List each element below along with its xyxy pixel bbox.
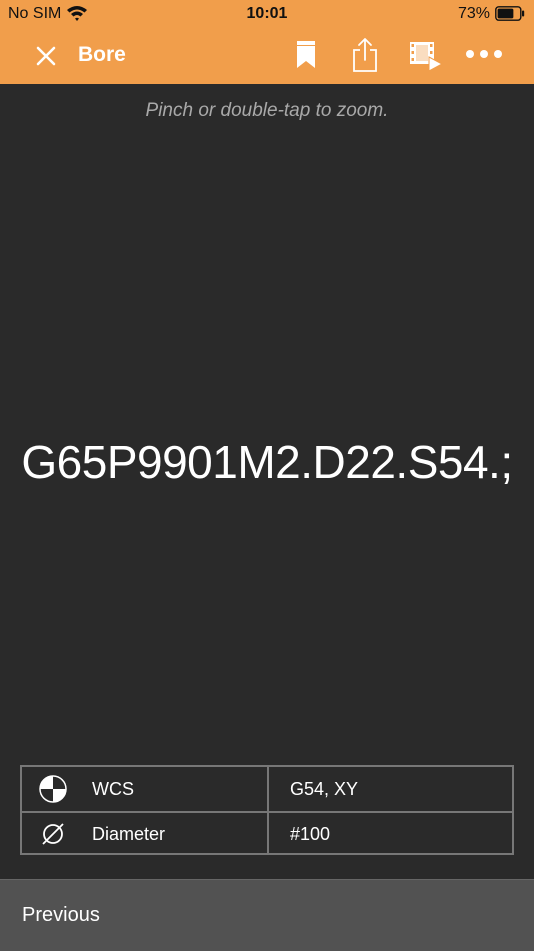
table-row: Diameter #100: [22, 812, 512, 856]
page-title: Bore: [78, 43, 126, 66]
diameter-icon: [42, 823, 64, 845]
param-value: #100: [290, 824, 331, 844]
video-icon[interactable]: [409, 40, 443, 72]
close-icon[interactable]: [30, 40, 62, 72]
clock: 10:01: [246, 5, 288, 22]
bookmark-icon[interactable]: [294, 40, 318, 70]
share-icon[interactable]: [350, 36, 380, 74]
table-row: WCS G54, XY: [22, 767, 512, 813]
nav-bar: Bore: [0, 28, 534, 84]
zoom-hint: Pinch or double-tap to zoom.: [145, 100, 389, 121]
battery-icon: [495, 6, 525, 21]
footer-bar: Previous: [0, 879, 534, 951]
status-bar: No SIM 10:01 73%: [0, 0, 534, 28]
battery-percent: 73%: [457, 5, 490, 22]
param-label: WCS: [92, 779, 134, 799]
top-bar: No SIM 10:01 73% Bore: [0, 0, 534, 84]
wcs-icon: [39, 775, 67, 803]
previous-button[interactable]: Previous: [22, 904, 100, 927]
params-table: WCS G54, XY Diameter #100: [20, 765, 514, 855]
more-icon[interactable]: [465, 46, 503, 62]
param-label: Diameter: [92, 824, 166, 844]
param-value: G54, XY: [290, 779, 359, 799]
gcode-text[interactable]: G65P9901M2.D22.S54.;: [0, 435, 534, 489]
